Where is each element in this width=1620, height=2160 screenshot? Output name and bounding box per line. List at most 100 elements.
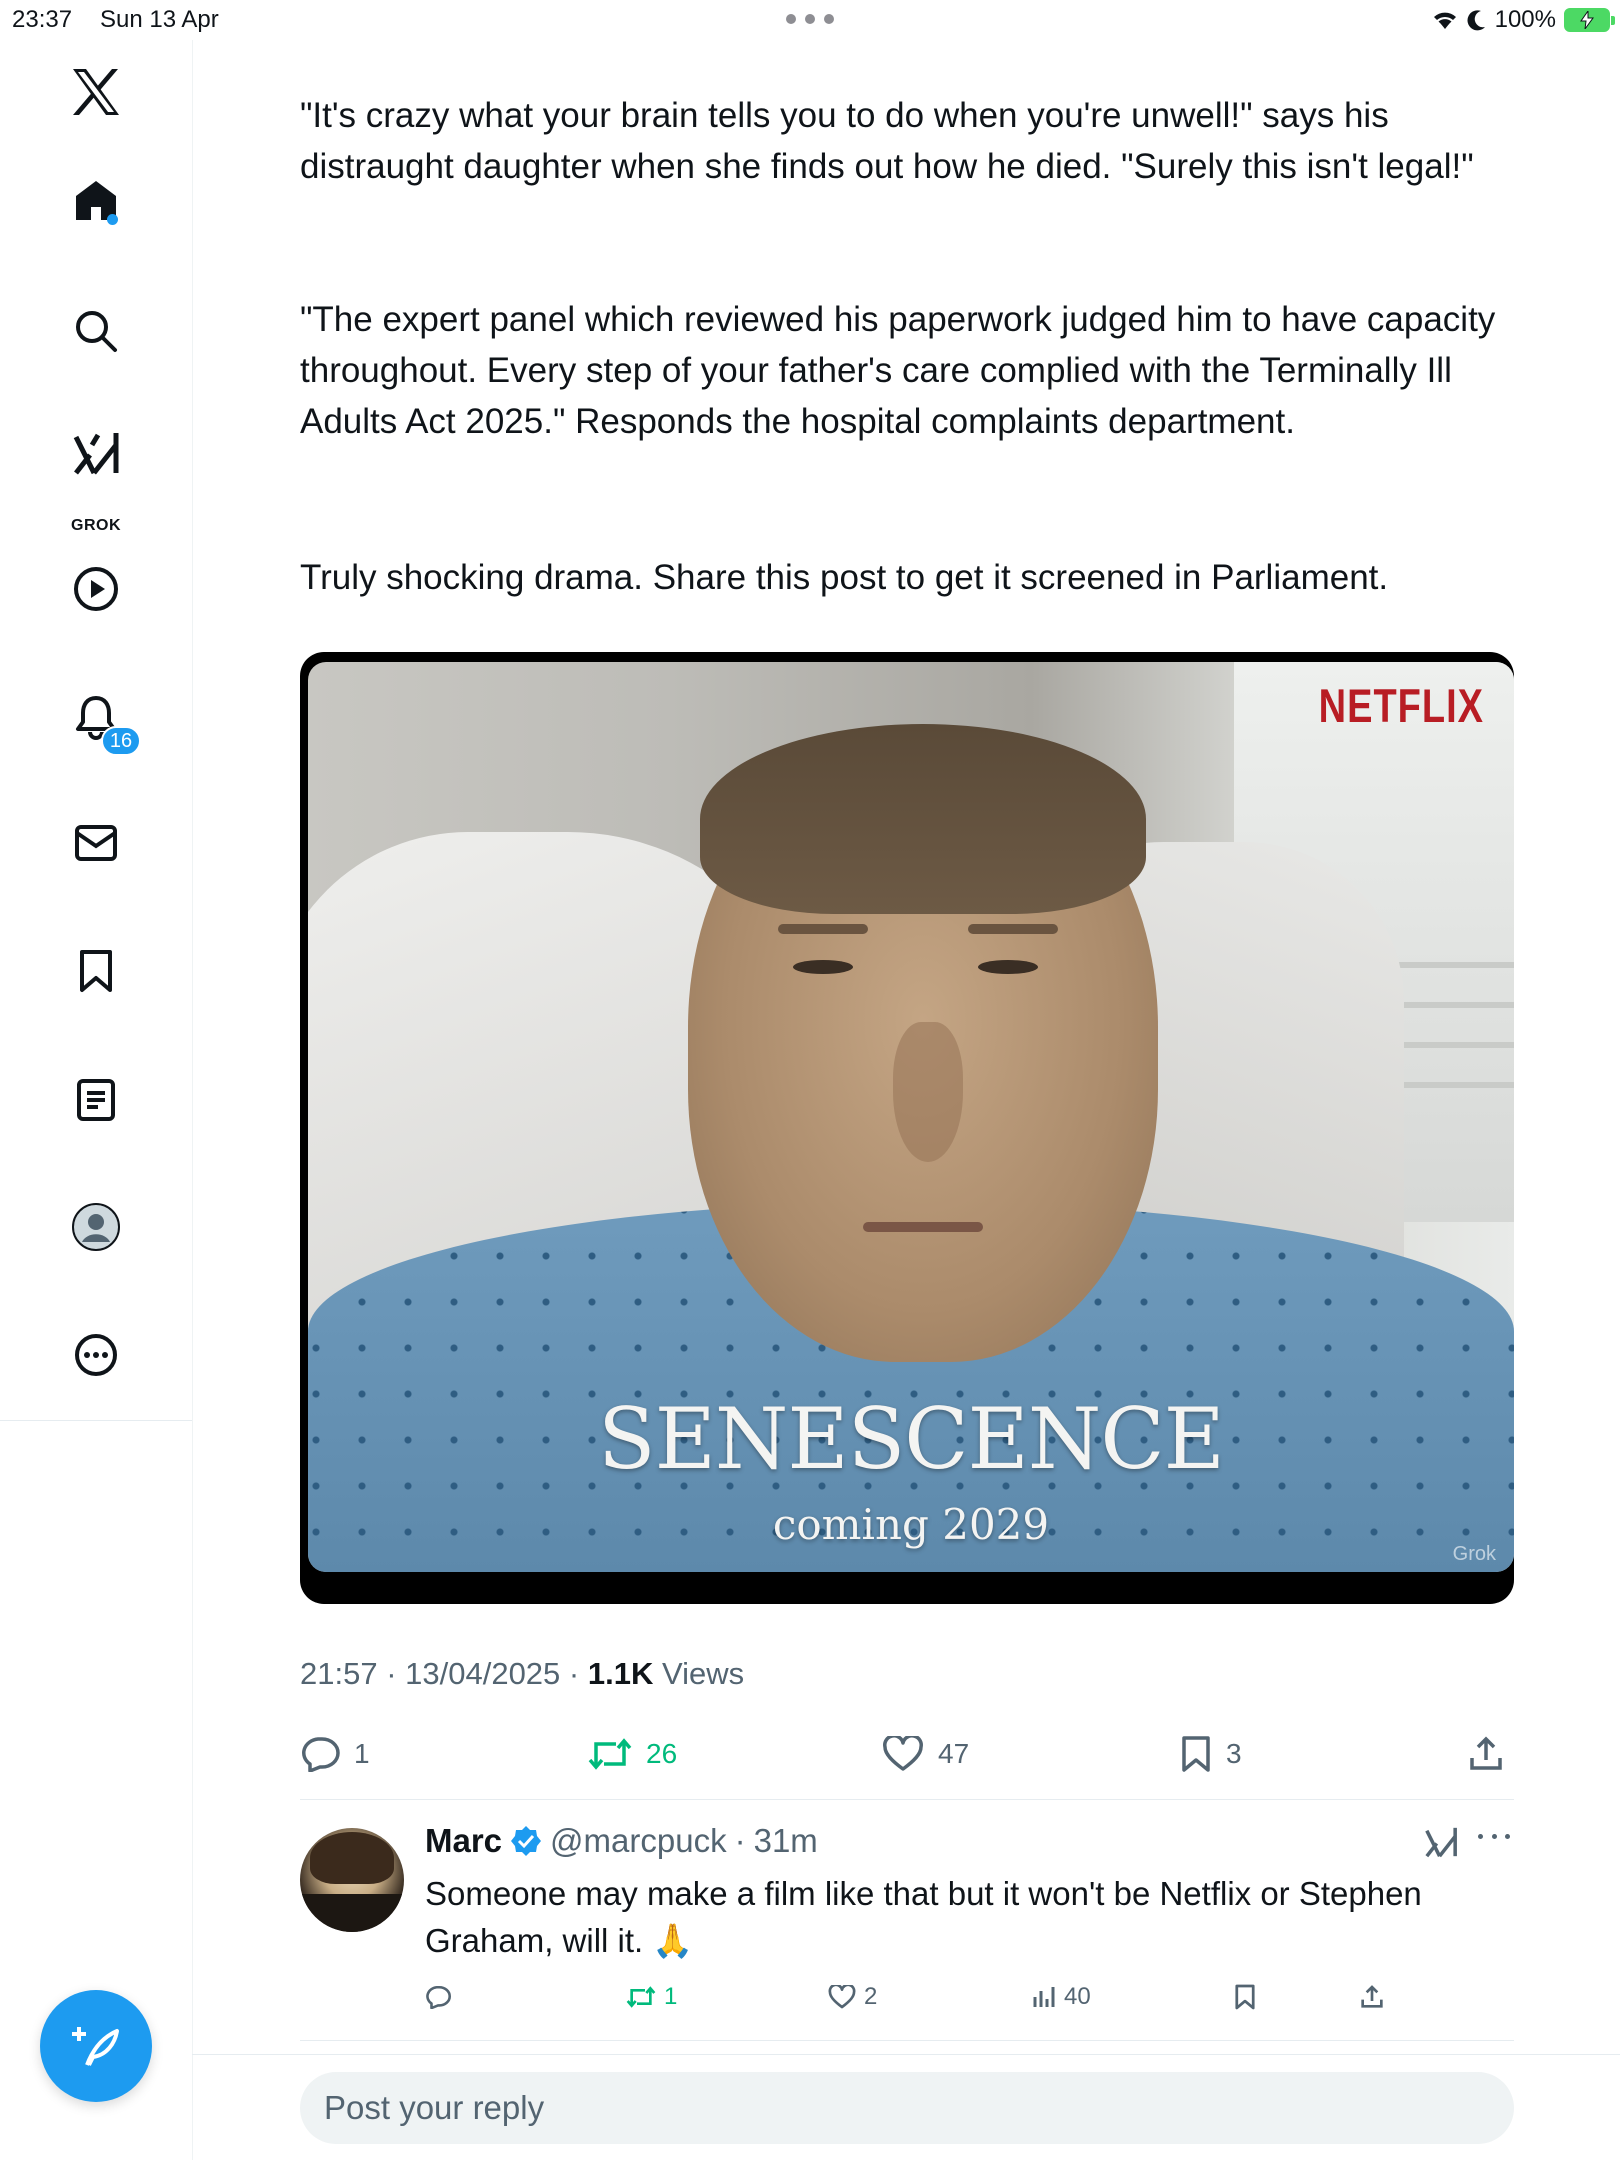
- grok-label: GROK: [71, 517, 121, 534]
- hair: [700, 724, 1146, 914]
- sidebar: GROK 16: [0, 40, 193, 2160]
- avatar[interactable]: [300, 1828, 404, 1932]
- reply-repost-count: 1: [664, 1983, 678, 2010]
- poster-subtitle: coming 2029: [772, 1500, 1050, 1549]
- reply-like-count: 2: [864, 1983, 878, 2010]
- reply-grok-button[interactable]: [1424, 1826, 1458, 1863]
- status-right: 100%: [1431, 4, 1615, 36]
- poster-image: NETFLIX SENESCENCE coming 2029 Grok: [308, 662, 1514, 1572]
- mail-icon: [75, 825, 117, 861]
- profile-icon: [72, 1203, 120, 1251]
- video-icon: [74, 567, 118, 611]
- list-icon: [77, 1079, 115, 1121]
- battery-percent: 100%: [1494, 6, 1556, 33]
- post-time[interactable]: 21:57: [300, 1656, 378, 1691]
- search-icon: [76, 311, 117, 352]
- wifi-icon: [1433, 12, 1456, 29]
- netflix-logo: NETFLIX: [1318, 680, 1484, 734]
- reply-views-count: 40: [1064, 1983, 1091, 2010]
- reply-button[interactable]: 1: [300, 1726, 370, 1782]
- nav-grok[interactable]: [55, 412, 137, 494]
- meta-separator: ·: [568, 1656, 588, 1691]
- reply-age[interactable]: 31m: [754, 1822, 818, 1860]
- nav-home[interactable]: [55, 159, 137, 241]
- repost-button[interactable]: 26: [588, 1726, 677, 1782]
- reply-share-button[interactable]: [1360, 1982, 1384, 2012]
- post-divider: [300, 1799, 1514, 1800]
- reply-views-button[interactable]: 40: [1032, 1982, 1091, 2012]
- reply-author-handle[interactable]: @marcpuck: [550, 1822, 727, 1860]
- heart-icon: [828, 1985, 856, 2009]
- grok-icon: [73, 433, 119, 475]
- avatar-coat: [300, 1894, 404, 1932]
- grok-icon: [1425, 1827, 1457, 1858]
- more-icon: [75, 1334, 117, 1376]
- notifications-badge: 16: [101, 726, 141, 756]
- share-icon: [1470, 1736, 1502, 1770]
- status-bar: 23:37 Sun 13 Apr 100%: [0, 0, 1620, 40]
- nav-profile[interactable]: [55, 1186, 137, 1268]
- right-eye: [978, 960, 1038, 974]
- reply-input[interactable]: Post your reply: [300, 2072, 1514, 2144]
- nose: [893, 1022, 963, 1162]
- post-actions: 1 26 47 3: [300, 1726, 1514, 1782]
- home-unread-dot: [107, 214, 118, 225]
- composer-divider: [192, 2054, 1620, 2055]
- bookmark-icon: [1182, 1736, 1210, 1772]
- views-label: Views: [661, 1656, 745, 1691]
- post-image[interactable]: NETFLIX SENESCENCE coming 2029 Grok: [300, 652, 1514, 1604]
- reply-text: Someone may make a film like that but it…: [425, 1875, 1422, 1959]
- post-paragraph-3: Truly shocking drama. Share this post to…: [300, 558, 1389, 597]
- reply-repost-button[interactable]: 1: [626, 1982, 677, 2012]
- bookmark-button[interactable]: 3: [1180, 1726, 1242, 1782]
- nav-bookmarks[interactable]: [55, 930, 137, 1012]
- reply-author-name[interactable]: Marc: [425, 1822, 502, 1860]
- sidebar-divider: [0, 1420, 192, 1421]
- nav-video[interactable]: [55, 548, 137, 630]
- nav-more[interactable]: [55, 1314, 137, 1396]
- reply-like-button[interactable]: 2: [828, 1982, 877, 2012]
- status-time: 23:37: [12, 6, 73, 33]
- share-icon: [1361, 1985, 1383, 2008]
- left-brow: [778, 924, 868, 934]
- status-date: Sun 13 Apr: [100, 6, 219, 33]
- battery-icon: [1564, 8, 1615, 32]
- analytics-icon: [1033, 1987, 1055, 2007]
- reply-divider: [300, 2040, 1514, 2041]
- meta-separator: ·: [386, 1656, 406, 1691]
- bookmark-count: 3: [1226, 1738, 1242, 1769]
- meta-separator: ·: [734, 1822, 746, 1859]
- post-paragraph-2: "The expert panel which reviewed his pap…: [300, 300, 1496, 441]
- views-count: 1.1K: [587, 1656, 654, 1691]
- bookmark-icon: [1235, 1984, 1255, 2010]
- like-button[interactable]: 47: [882, 1726, 969, 1782]
- post-paragraph-1: "It's crazy what your brain tells you to…: [300, 96, 1474, 186]
- nav-messages[interactable]: [55, 802, 137, 884]
- repost-icon: [626, 1986, 656, 2008]
- repost-count: 26: [646, 1738, 678, 1769]
- poster-title: SENESCENCE: [598, 1390, 1225, 1488]
- moon-icon: [1467, 10, 1485, 31]
- reply-header: Marc @marcpuck · 31m: [425, 1822, 818, 1860]
- reply-bookmark-button[interactable]: [1234, 1982, 1256, 2012]
- compose-feather-icon: [72, 2027, 119, 2066]
- like-count: 47: [938, 1738, 970, 1769]
- compose-button[interactable]: [40, 1990, 152, 2102]
- reply-more-icon[interactable]: [1478, 1834, 1510, 1839]
- avatar-hair: [310, 1832, 394, 1884]
- nav-lists[interactable]: [55, 1059, 137, 1141]
- left-eye: [793, 960, 853, 974]
- heart-icon: [883, 1736, 923, 1771]
- reply-icon: [426, 1985, 451, 2009]
- x-logo-icon[interactable]: [55, 51, 137, 133]
- multitasking-dots-icon[interactable]: [786, 14, 834, 26]
- post-meta: 21:57 · 13/04/2025 · 1.1K Views: [300, 1656, 744, 1692]
- share-button[interactable]: [1468, 1726, 1504, 1782]
- mouth: [863, 1222, 983, 1232]
- reply-reply-button[interactable]: [425, 1982, 451, 2012]
- post-date[interactable]: 13/04/2025: [405, 1656, 560, 1691]
- reply-icon: [302, 1737, 340, 1772]
- right-brow: [968, 924, 1058, 934]
- nav-search[interactable]: [55, 290, 137, 372]
- grok-watermark: Grok: [1452, 1543, 1496, 1565]
